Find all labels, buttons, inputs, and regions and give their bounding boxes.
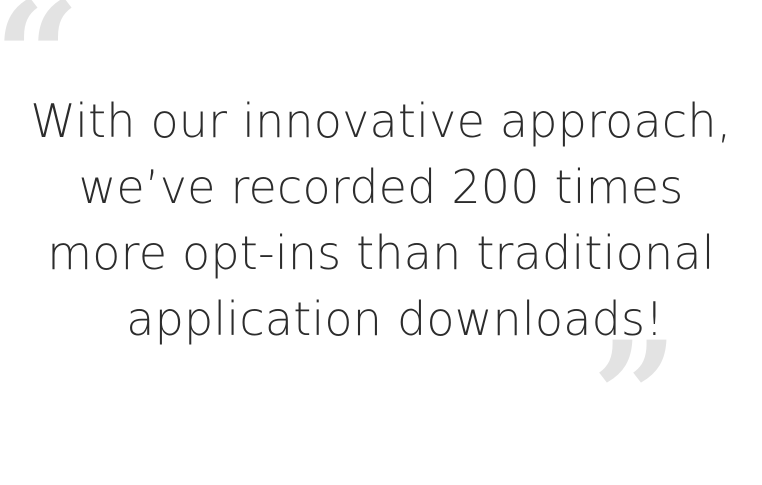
quote-line: With our innovative approach, (30, 94, 732, 148)
quote-line: we’ve recorded 200 times (78, 160, 684, 214)
quote-line: more opt-ins than traditional (47, 226, 715, 280)
testimonial-quote: “ With our innovative approach, we’ve re… (0, 0, 762, 472)
close-quote-icon: ” (592, 309, 679, 485)
